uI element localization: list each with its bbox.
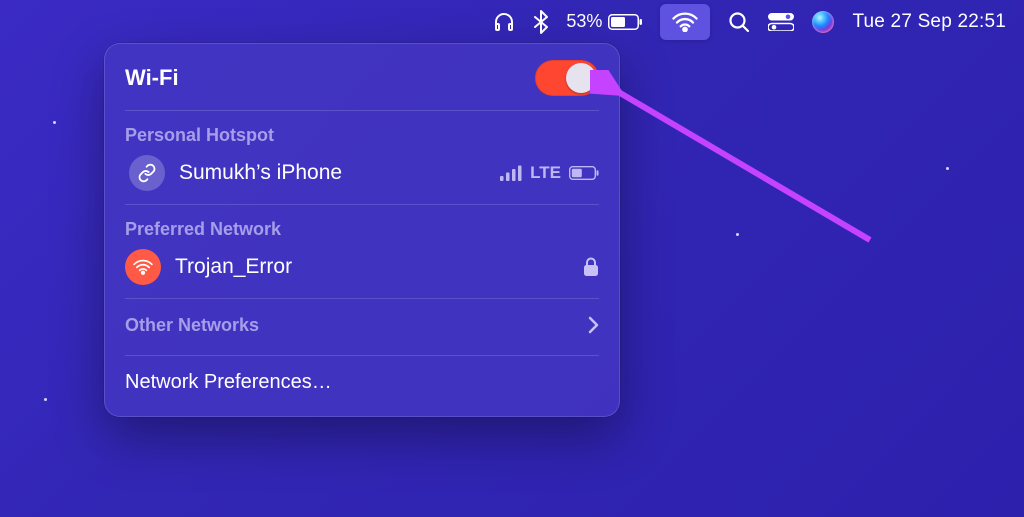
wifi-panel-header: Wi-Fi <box>125 60 599 111</box>
personal-hotspot-label: Personal Hotspot <box>125 125 599 146</box>
signal-type-label: LTE <box>530 163 561 183</box>
spotlight-search-icon[interactable] <box>728 0 750 43</box>
wifi-icon <box>672 12 698 32</box>
wifi-menubar-button[interactable] <box>660 4 710 40</box>
battery-status[interactable]: 53% <box>566 0 642 43</box>
battery-percent-label: 53% <box>566 11 602 32</box>
hotspot-meta: LTE <box>500 163 599 183</box>
bluetooth-icon[interactable] <box>534 0 548 43</box>
divider <box>125 298 599 299</box>
wifi-toggle[interactable] <box>535 60 599 96</box>
hotspot-battery-icon <box>569 166 599 180</box>
menubar-clock[interactable]: Tue 27 Sep 22:51 <box>852 0 1006 43</box>
battery-icon <box>608 14 642 30</box>
siri-icon[interactable] <box>812 0 834 43</box>
annotation-arrow <box>590 70 890 250</box>
preferred-ssid: Trojan_Error <box>175 255 569 279</box>
preferred-network-label: Preferred Network <box>125 219 599 240</box>
chevron-right-icon <box>587 316 599 334</box>
menubar: 53% Tue 27 Sep 22:51 <box>0 0 1024 43</box>
hotspot-row[interactable]: Sumukh’s iPhone LTE <box>125 148 599 198</box>
hotspot-device-name: Sumukh’s iPhone <box>179 161 486 185</box>
control-center-icon[interactable] <box>768 0 794 43</box>
network-preferences-label: Network Preferences… <box>125 371 332 394</box>
lock-icon <box>583 257 599 277</box>
other-networks-row[interactable]: Other Networks <box>125 301 599 349</box>
network-preferences-row[interactable]: Network Preferences… <box>125 358 599 406</box>
hotspot-link-icon <box>129 155 165 191</box>
headphones-icon[interactable] <box>492 0 516 43</box>
toggle-knob <box>566 63 596 93</box>
other-networks-label: Other Networks <box>125 315 259 336</box>
divider <box>125 204 599 205</box>
wifi-network-icon <box>125 249 161 285</box>
divider <box>125 355 599 356</box>
cellular-signal-icon <box>500 165 522 181</box>
preferred-network-row[interactable]: Trojan_Error <box>125 242 599 292</box>
wifi-title: Wi-Fi <box>125 65 179 91</box>
wifi-panel: Wi-Fi Personal Hotspot Sumukh’s iPhone L… <box>104 43 620 417</box>
